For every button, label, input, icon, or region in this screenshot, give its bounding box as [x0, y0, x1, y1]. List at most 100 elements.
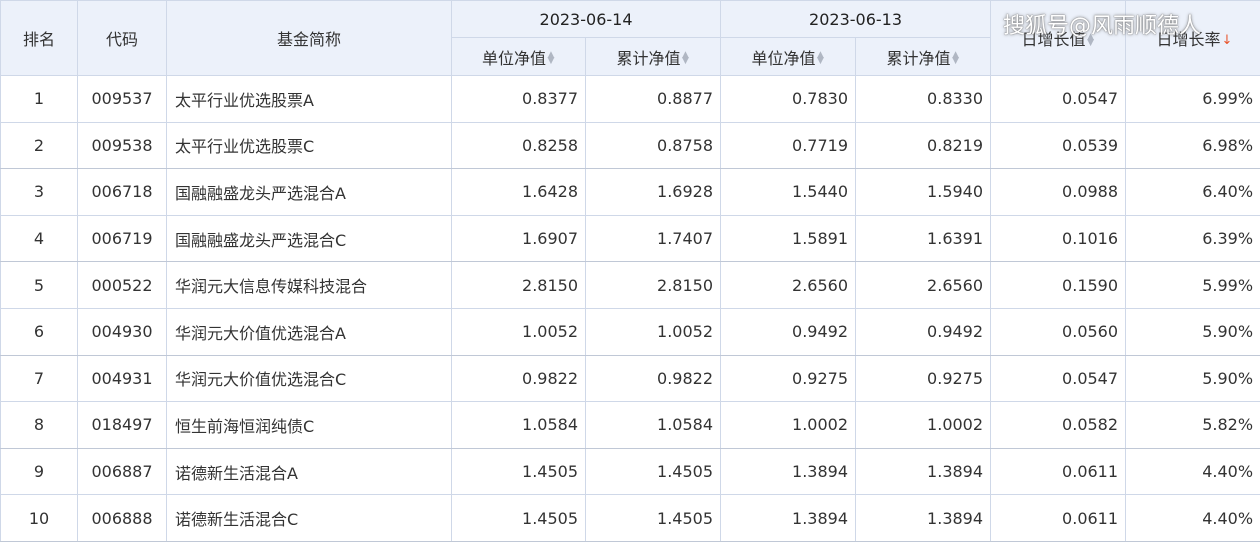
rank-cell: 4: [1, 215, 78, 262]
table-row: 5000522华润元大信息传媒科技混合2.81502.81502.65602.6…: [1, 262, 1260, 309]
fund-name-link[interactable]: 华润元大信息传媒科技混合: [167, 262, 452, 309]
acc-nav-cell: 0.9492: [856, 308, 991, 355]
fund-code-link[interactable]: 004930: [78, 308, 167, 355]
unit-nav-cell: 2.6560: [721, 262, 856, 309]
sort-acc-nav-date2[interactable]: 累计净值▲▼: [856, 38, 991, 76]
unit-nav-label: 单位净值: [752, 49, 816, 68]
fund-name-link[interactable]: 太平行业优选股票A: [167, 76, 452, 123]
fund-code-link[interactable]: 004931: [78, 355, 167, 402]
acc-nav-cell: 0.8330: [856, 76, 991, 123]
acc-nav-cell: 1.3894: [856, 495, 991, 542]
unit-nav-cell: 0.9275: [721, 355, 856, 402]
daily-growth-rate-cell: 6.39%: [1126, 215, 1260, 262]
daily-growth-rate-cell: 5.90%: [1126, 355, 1260, 402]
fund-name-link[interactable]: 华润元大价值优选混合A: [167, 308, 452, 355]
daily-growth-value-cell: 0.0582: [991, 402, 1126, 449]
unit-nav-cell: 1.5440: [721, 169, 856, 216]
rank-cell: 2: [1, 122, 78, 169]
rank-cell: 6: [1, 308, 78, 355]
daily-growth-value-label: 日增长值: [1022, 30, 1086, 49]
table-row: 6004930华润元大价值优选混合A1.00521.00520.94920.94…: [1, 308, 1260, 355]
acc-nav-cell: 1.4505: [586, 448, 721, 495]
unit-nav-cell: 0.7719: [721, 122, 856, 169]
daily-growth-value-cell: 0.0611: [991, 495, 1126, 542]
fund-name-link[interactable]: 诺德新生活混合C: [167, 495, 452, 542]
acc-nav-cell: 1.6391: [856, 215, 991, 262]
sort-acc-nav-date1[interactable]: 累计净值▲▼: [586, 38, 721, 76]
col-name-header: 基金简称: [167, 1, 452, 76]
acc-nav-cell: 1.3894: [856, 448, 991, 495]
fund-code-link[interactable]: 009537: [78, 76, 167, 123]
acc-nav-cell: 1.4505: [586, 495, 721, 542]
sort-unit-nav-date1[interactable]: 单位净值▲▼: [452, 38, 586, 76]
unit-nav-cell: 1.0002: [721, 402, 856, 449]
daily-growth-rate-cell: 6.99%: [1126, 76, 1260, 123]
sort-icon: ▲▼: [952, 53, 960, 65]
unit-nav-cell: 1.3894: [721, 448, 856, 495]
rank-cell: 8: [1, 402, 78, 449]
unit-nav-cell: 0.7830: [721, 76, 856, 123]
acc-nav-cell: 1.6928: [586, 169, 721, 216]
unit-nav-cell: 1.0052: [452, 308, 586, 355]
unit-nav-cell: 1.6907: [452, 215, 586, 262]
rank-cell: 5: [1, 262, 78, 309]
fund-code-link[interactable]: 018497: [78, 402, 167, 449]
table-row: 3006718国融融盛龙头严选混合A1.64281.69281.54401.59…: [1, 169, 1260, 216]
unit-nav-cell: 1.4505: [452, 448, 586, 495]
unit-nav-cell: 2.8150: [452, 262, 586, 309]
sort-unit-nav-date2[interactable]: 单位净值▲▼: [721, 38, 856, 76]
table-row: 10006888诺德新生活混合C1.45051.45051.38941.3894…: [1, 495, 1260, 542]
fund-name-link[interactable]: 诺德新生活混合A: [167, 448, 452, 495]
daily-growth-value-cell: 0.0547: [991, 355, 1126, 402]
daily-growth-value-cell: 0.0560: [991, 308, 1126, 355]
fund-name-link[interactable]: 国融融盛龙头严选混合A: [167, 169, 452, 216]
sort-descending-icon: ↓: [1222, 38, 1230, 44]
daily-growth-rate-cell: 4.40%: [1126, 495, 1260, 542]
acc-nav-cell: 0.9275: [856, 355, 991, 402]
sort-daily-growth-rate[interactable]: 日增长率↓: [1126, 1, 1260, 76]
acc-nav-cell: 0.8758: [586, 122, 721, 169]
fund-rows: 1009537太平行业优选股票A0.83770.88770.78300.8330…: [1, 76, 1260, 542]
acc-nav-cell: 0.8877: [586, 76, 721, 123]
sort-daily-growth-value[interactable]: 日增长值▲▼: [991, 1, 1126, 76]
daily-growth-rate-cell: 6.40%: [1126, 169, 1260, 216]
daily-growth-value-cell: 0.0611: [991, 448, 1126, 495]
fund-name-link[interactable]: 华润元大价值优选混合C: [167, 355, 452, 402]
sort-icon: ▲▼: [547, 53, 555, 65]
fund-code-link[interactable]: 006719: [78, 215, 167, 262]
fund-code-link[interactable]: 006718: [78, 169, 167, 216]
rank-cell: 3: [1, 169, 78, 216]
fund-ranking-table: 排名 代码 基金简称 2023-06-14 2023-06-13 日增长值▲▼ …: [0, 0, 1260, 542]
sort-icon: ▲▼: [682, 53, 690, 65]
acc-nav-label: 累计净值: [617, 49, 681, 68]
daily-growth-value-cell: 0.0547: [991, 76, 1126, 123]
daily-growth-value-cell: 0.1016: [991, 215, 1126, 262]
date2-header: 2023-06-13: [721, 1, 991, 38]
table-row: 7004931华润元大价值优选混合C0.98220.98220.92750.92…: [1, 355, 1260, 402]
unit-nav-cell: 1.6428: [452, 169, 586, 216]
date1-header: 2023-06-14: [452, 1, 721, 38]
unit-nav-cell: 0.8377: [452, 76, 586, 123]
daily-growth-rate-cell: 5.90%: [1126, 308, 1260, 355]
fund-code-link[interactable]: 000522: [78, 262, 167, 309]
fund-code-link[interactable]: 006888: [78, 495, 167, 542]
daily-growth-value-cell: 0.0539: [991, 122, 1126, 169]
table-row: 4006719国融融盛龙头严选混合C1.69071.74071.58911.63…: [1, 215, 1260, 262]
daily-growth-rate-cell: 4.40%: [1126, 448, 1260, 495]
acc-nav-cell: 1.0584: [586, 402, 721, 449]
unit-nav-label: 单位净值: [482, 49, 546, 68]
fund-name-link[interactable]: 太平行业优选股票C: [167, 122, 452, 169]
unit-nav-cell: 1.4505: [452, 495, 586, 542]
header-row-top: 排名 代码 基金简称 2023-06-14 2023-06-13 日增长值▲▼ …: [1, 1, 1260, 38]
table-row: 2009538太平行业优选股票C0.82580.87580.77190.8219…: [1, 122, 1260, 169]
col-rank-header: 排名: [1, 1, 78, 76]
fund-name-link[interactable]: 恒生前海恒润纯债C: [167, 402, 452, 449]
fund-code-link[interactable]: 006887: [78, 448, 167, 495]
rank-cell: 7: [1, 355, 78, 402]
table-row: 1009537太平行业优选股票A0.83770.88770.78300.8330…: [1, 76, 1260, 123]
fund-code-link[interactable]: 009538: [78, 122, 167, 169]
acc-nav-label: 累计净值: [887, 49, 951, 68]
fund-name-link[interactable]: 国融融盛龙头严选混合C: [167, 215, 452, 262]
sort-icon: ▲▼: [817, 53, 825, 65]
unit-nav-cell: 0.9492: [721, 308, 856, 355]
